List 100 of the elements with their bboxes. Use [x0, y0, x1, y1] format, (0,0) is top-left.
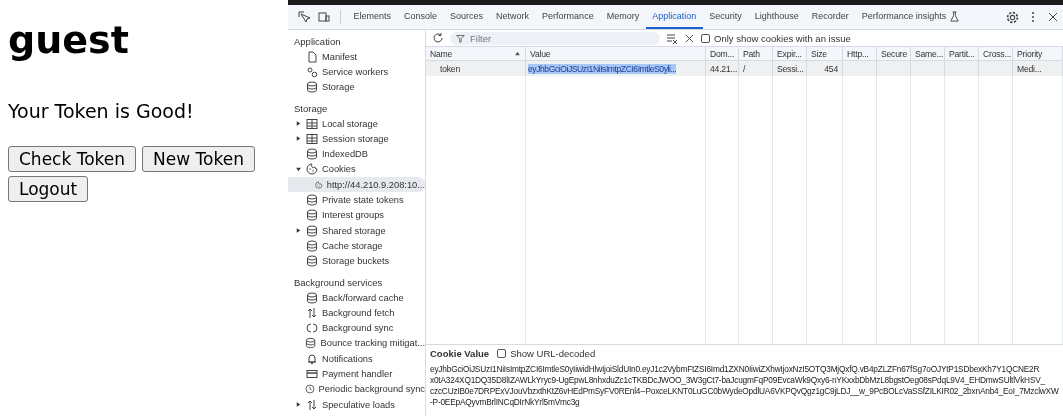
database-icon: [306, 209, 318, 222]
devtools-tab[interactable]: Sources: [443, 5, 490, 29]
devtools-tab[interactable]: Performance insights: [855, 5, 967, 29]
panel-title: Cookie Value: [430, 348, 490, 359]
database-icon: [306, 148, 318, 161]
sidebar-item[interactable]: Back/forward cache: [288, 289, 425, 306]
sidebar-item[interactable]: Storage buckets: [288, 253, 425, 269]
devtools-tab[interactable]: Memory: [600, 5, 646, 29]
devtools-tab[interactable]: Console: [397, 5, 444, 29]
column-header[interactable]: Value: [526, 47, 706, 61]
close-icon[interactable]: [1047, 11, 1059, 23]
up-down-arrows-icon: [306, 398, 318, 411]
page-heading: guest: [8, 17, 130, 64]
gears-icon: [306, 65, 318, 78]
expand-arrow-icon: [294, 401, 302, 409]
sidebar-item[interactable]: Payment handler: [288, 366, 425, 382]
inspect-icon[interactable]: [298, 11, 310, 23]
sidebar-section-title: Storage: [293, 101, 329, 116]
column-header[interactable]: Secure: [877, 47, 911, 61]
checkbox-label: Show URL-decoded: [510, 348, 596, 359]
cookie-icon: [306, 163, 318, 176]
table-cell: eyJhbGciOiJSUzI1NiIsImtpZCI6ImtleS0yli...: [528, 63, 677, 74]
devtools-tab[interactable]: Network: [489, 5, 536, 29]
sidebar-item[interactable]: Storage: [288, 79, 425, 95]
database-icon: [306, 81, 318, 94]
database-icon: [306, 239, 318, 252]
devtools-tab[interactable]: Recorder: [805, 5, 856, 29]
sidebar-item[interactable]: Notifications: [288, 351, 425, 367]
database-icon: [306, 255, 318, 268]
flask-icon: [949, 10, 961, 22]
sidebar-item[interactable]: Interest groups: [288, 207, 425, 223]
column-header[interactable]: Size: [807, 47, 843, 61]
sidebar-item[interactable]: http://44.210.9.208:10...: [288, 177, 425, 193]
sort-arrow-icon: [514, 50, 521, 57]
table-cell: 44.21...: [710, 63, 738, 74]
page-button[interactable]: New Token: [142, 146, 255, 172]
column-header[interactable]: Http...: [843, 47, 877, 61]
column-header[interactable]: Same...: [911, 47, 945, 61]
sidebar-item[interactable]: Cache storage: [288, 238, 425, 254]
page-button[interactable]: Check Token: [8, 146, 137, 172]
cookie-value-text: -P-0EEpAQyvmBrlINCqDIrNkYrl5mVmc3g: [430, 397, 581, 408]
checkbox[interactable]: [497, 349, 507, 358]
filter-icon: [456, 33, 465, 43]
devtools-tab[interactable]: Elements: [347, 5, 398, 29]
table-cell: /: [743, 63, 746, 74]
database-icon: [306, 194, 318, 206]
checkbox-label: Only show cookies with an issue: [714, 32, 851, 44]
column-header[interactable]: Priority: [1013, 47, 1063, 61]
cookie-icon: [315, 178, 323, 191]
database-icon: [306, 291, 318, 304]
filter-field[interactable]: Filter: [450, 31, 660, 45]
database-icon: [305, 337, 317, 350]
devtools-tab[interactable]: Performance: [535, 5, 601, 29]
table-cell: Medi...: [1017, 63, 1042, 74]
sidebar-item[interactable]: Manifest: [288, 49, 425, 65]
sidebar-item[interactable]: Private state tokens: [288, 192, 425, 208]
sidebar-section-title: Application: [293, 35, 342, 49]
sidebar-item[interactable]: Background fetch: [288, 305, 425, 321]
column-header[interactable]: Path: [739, 47, 773, 61]
sidebar-item[interactable]: Local storage: [288, 115, 425, 132]
devtools-tab[interactable]: Lighthouse: [748, 5, 806, 29]
column-header[interactable]: Dom...: [706, 47, 739, 61]
collapse-arrow-icon: [294, 165, 302, 173]
table-cell: 454: [824, 63, 838, 74]
sidebar-item[interactable]: IndexedDB: [288, 146, 425, 162]
clock-icon: [304, 383, 315, 396]
column-header[interactable]: Cross...: [979, 47, 1013, 61]
card-icon: [306, 368, 318, 380]
devtools-tab[interactable]: Application: [645, 5, 703, 29]
checkbox[interactable]: [701, 33, 710, 43]
cookie-value-text: czcCUzIB0e7DRPExVJouVbzxthKtZ6vHEdPmSyFV0REnl4--PoxceLKNT0LuGC0bWydeOpdlUA6VKPQvQgz1gC9jLDJ__w_9PcBOLcVaSSfZILKIR02_2bxnAnb4_EoI_7MzclwXW: [430, 386, 1059, 397]
sidebar-item[interactable]: Background sync: [288, 320, 425, 336]
sidebar-item[interactable]: Session storage: [288, 131, 425, 147]
database-icon: [306, 224, 318, 237]
cookie-value-text: x0tA324XQ1DQ35D8lIZAWLkYryc9-UgEpwL8nhxduZc1cTKBDcJWOO_3W3gCt7-baJcugmFqP09EvcaWk9Qxy6-nYKxxbDbMzL8bgstOeg08sPdqL9V4_EHDmwSUltlVkHSV_: [430, 375, 1046, 386]
device-toolbar-icon[interactable]: [318, 11, 330, 23]
sidebar-item[interactable]: Bounce tracking mitigat...: [288, 335, 425, 352]
sidebar-item[interactable]: Speculative loads: [288, 396, 425, 413]
page-button[interactable]: Logout: [8, 176, 89, 202]
delete-icon[interactable]: [684, 32, 695, 44]
column-header[interactable]: Name: [426, 47, 526, 61]
table-row[interactable]: token eyJhbGciOiJSUzI1NiIsImtpZCI6ImtleS0yli... 44.21... / Sessi... 454 Medi...: [426, 61, 1063, 76]
sidebar-item[interactable]: Cookies: [288, 161, 425, 178]
table-cell: Sessi...: [777, 63, 804, 74]
table-icon: [306, 132, 318, 145]
table-icon: [306, 117, 318, 130]
up-down-arrows-icon: [306, 306, 318, 319]
settings-icon[interactable]: [1006, 10, 1019, 24]
table-cell: token: [440, 63, 461, 74]
refresh-icon[interactable]: [432, 32, 444, 44]
expand-arrow-icon: [294, 227, 302, 235]
sidebar-item[interactable]: Periodic background sync: [288, 381, 425, 397]
devtools-tab[interactable]: Security: [702, 5, 749, 29]
file-icon: [306, 50, 318, 63]
column-header[interactable]: Partit...: [945, 47, 979, 61]
column-header[interactable]: Expir...: [773, 47, 807, 61]
sidebar-item[interactable]: Shared storage: [288, 222, 425, 239]
clear-filtered-icon[interactable]: [666, 32, 678, 44]
bell-icon: [306, 352, 318, 365]
sidebar-item[interactable]: Service workers: [288, 64, 425, 80]
